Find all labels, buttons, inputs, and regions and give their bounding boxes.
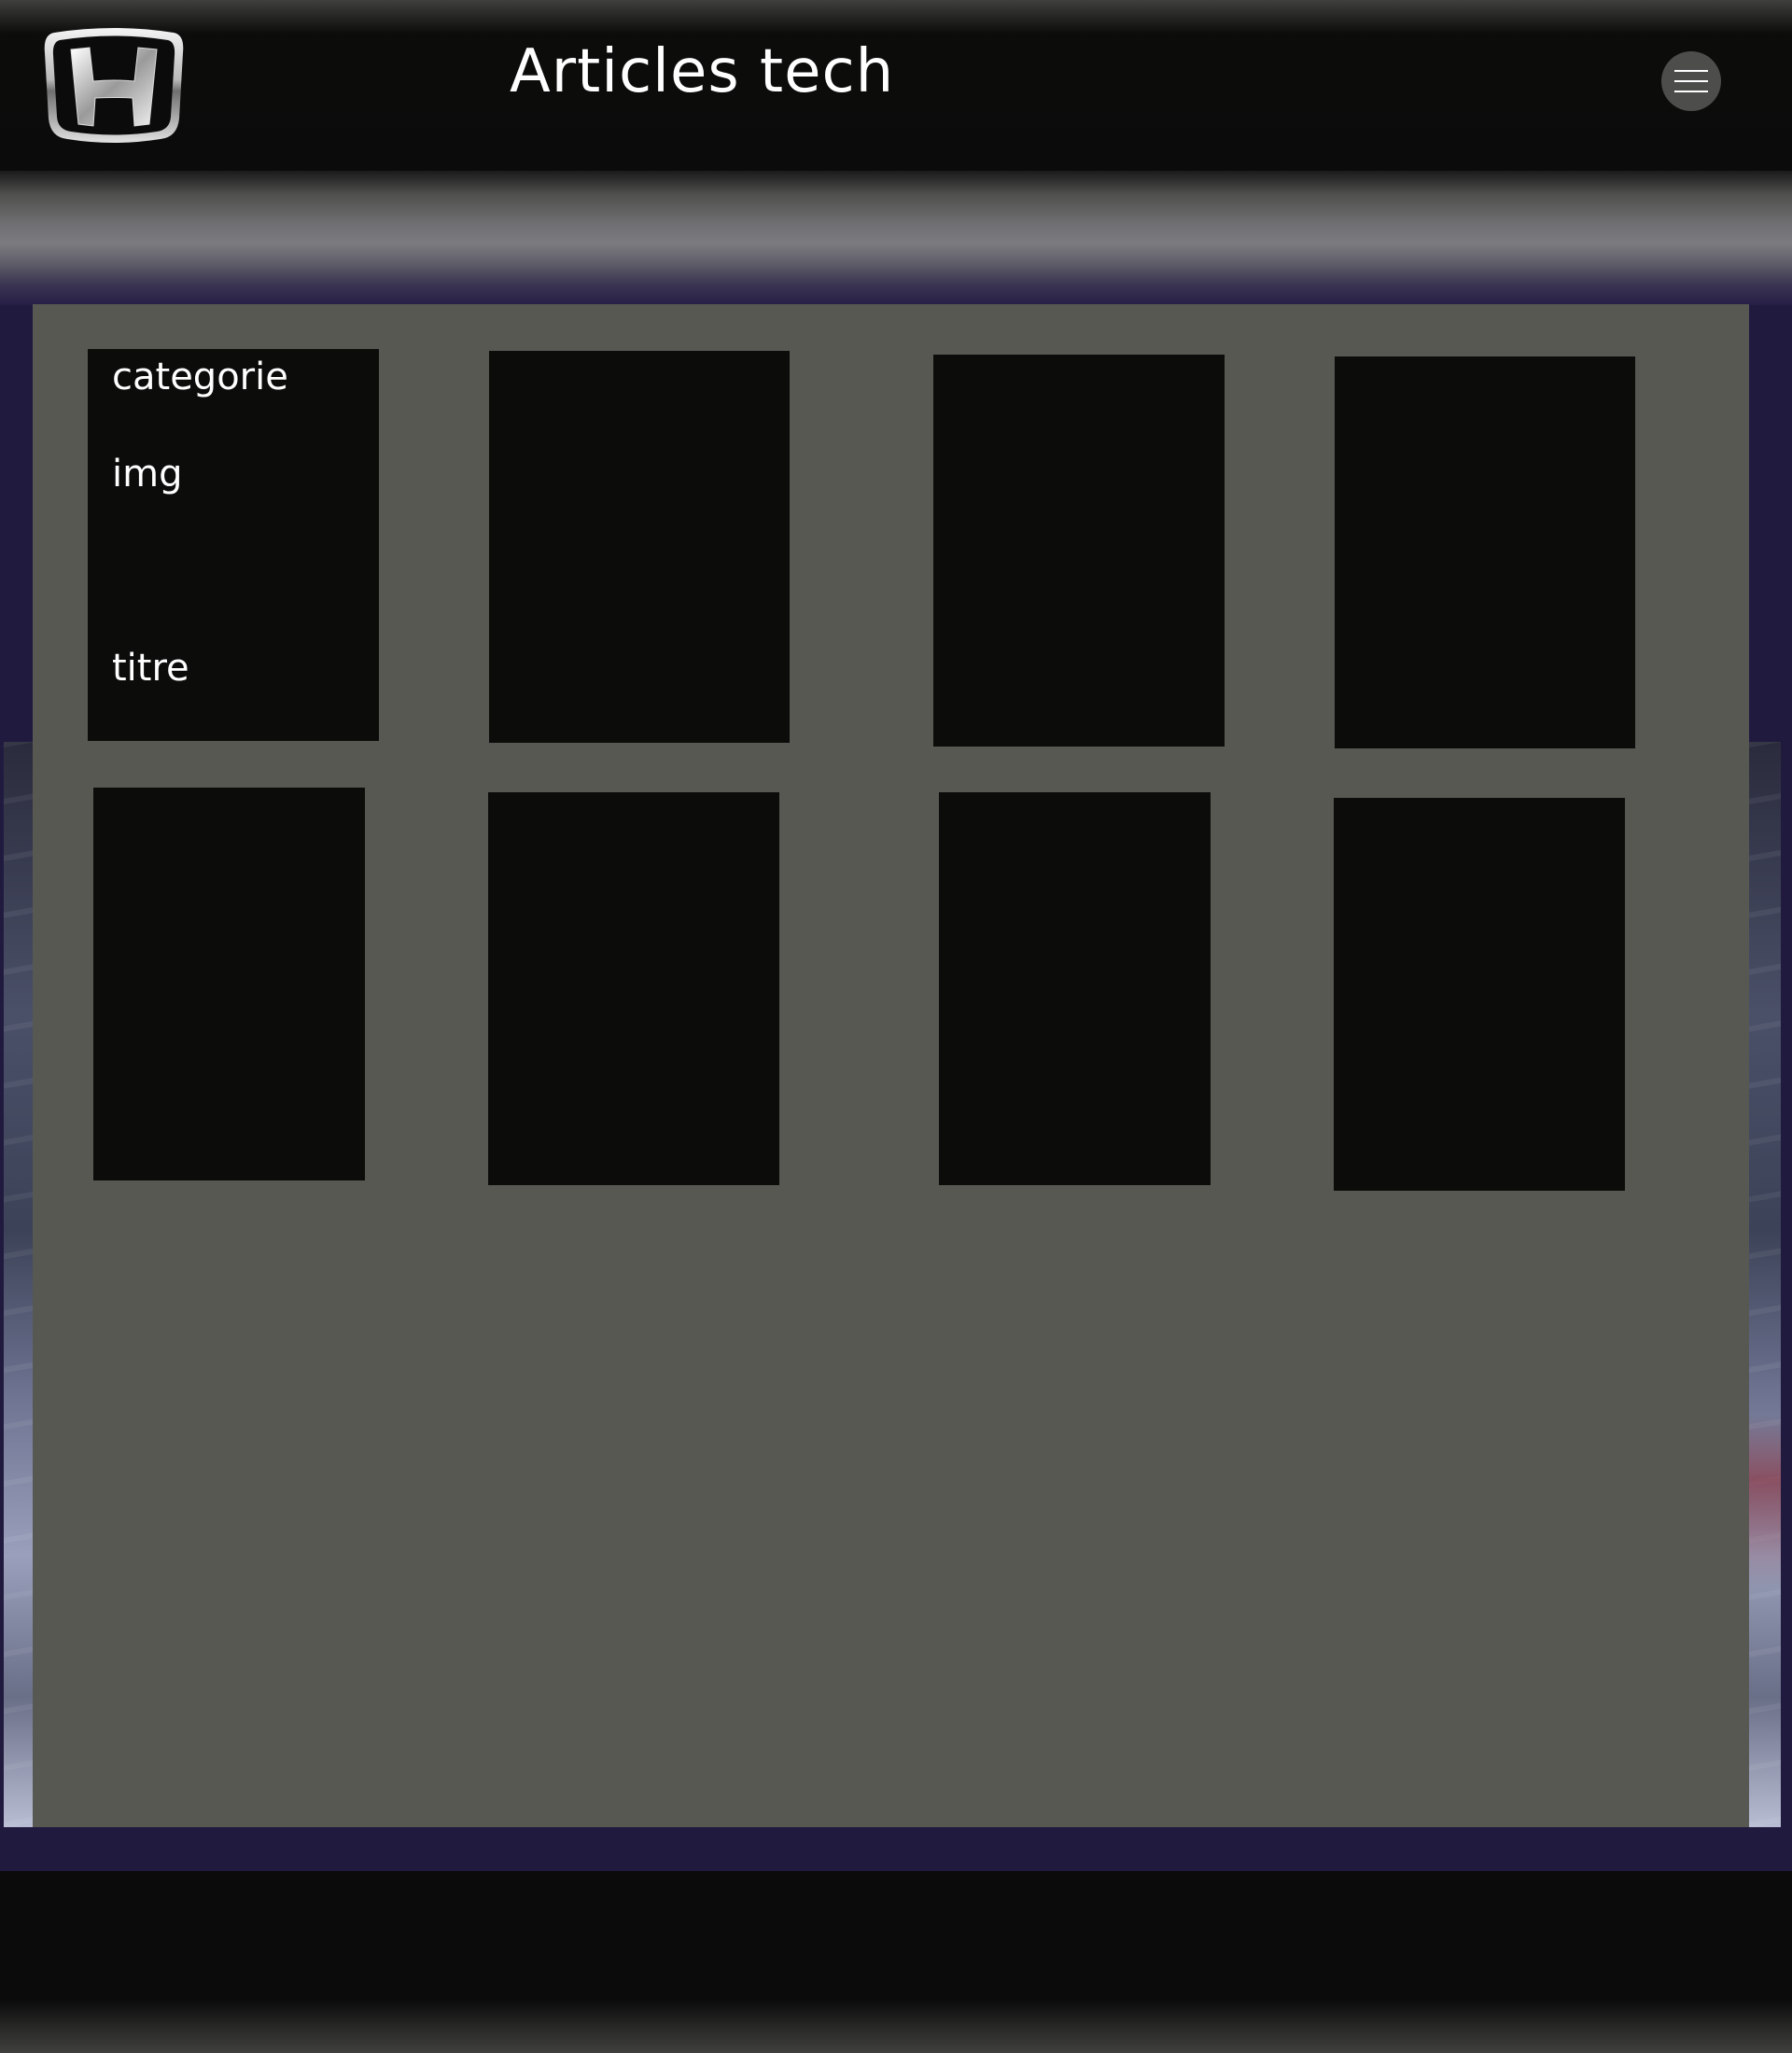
article-card[interactable] (1335, 356, 1635, 748)
article-card[interactable] (488, 792, 779, 1185)
site-footer (0, 1871, 1792, 2053)
honda-logo-icon[interactable] (41, 25, 187, 147)
article-card[interactable]: categorie img titre (88, 349, 379, 741)
article-category: categorie (112, 356, 288, 398)
article-image-placeholder: img (112, 453, 183, 496)
background-photo-left (4, 742, 34, 1827)
article-card[interactable] (1334, 798, 1625, 1191)
article-title: titre (112, 647, 189, 690)
menu-button[interactable] (1661, 51, 1721, 111)
honda-logo-icon-graphic (44, 28, 184, 143)
page: Articles tech categorie img titre (0, 0, 1792, 2053)
background-photo-right (1749, 742, 1781, 1827)
article-card[interactable] (489, 351, 790, 743)
header-band (0, 171, 1792, 305)
articles-panel: categorie img titre (33, 304, 1749, 1827)
article-card[interactable] (933, 355, 1225, 747)
article-card[interactable] (939, 792, 1211, 1185)
hamburger-menu-icon (1674, 70, 1708, 92)
site-header: Articles tech (0, 0, 1792, 171)
article-card[interactable] (93, 788, 365, 1180)
page-title: Articles tech (510, 37, 895, 106)
